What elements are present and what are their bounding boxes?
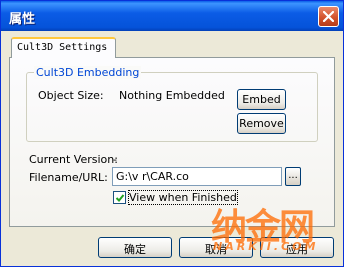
object-size-label: Object Size: [38,89,104,102]
watermark-logo: 纳金网 NARKII.COM [209,198,339,258]
tab-cult3d-settings[interactable]: Cult3D Settings [11,37,116,58]
embedding-group: Cult3D Embedding Object Size: Nothing Em… [26,66,318,142]
close-button[interactable] [318,6,339,27]
embedding-legend: Cult3D Embedding [34,66,142,79]
watermark-url: NARKII.COM [213,240,319,253]
ok-button[interactable]: 确定 [98,237,172,258]
browse-button[interactable]: ... [285,167,301,186]
filename-input[interactable]: G:\v r\CAR.co [112,167,282,186]
properties-dialog: 属性 Cult3D Settings Cult3D Embedding Obje… [0,0,344,267]
view-when-finished-checkbox[interactable] [113,191,126,204]
filename-label: Filename/URL: [29,171,108,184]
object-size-value: Nothing Embedded [119,89,225,102]
checkmark-icon [115,194,125,202]
title-bar[interactable]: 属性 [1,1,343,31]
window-title: 属性 [9,12,36,27]
version-value: - [113,153,117,166]
embed-button[interactable]: Embed [237,89,286,110]
close-x-icon [323,11,334,22]
version-label: Current Version: [29,153,118,166]
remove-button[interactable]: Remove [237,113,286,134]
